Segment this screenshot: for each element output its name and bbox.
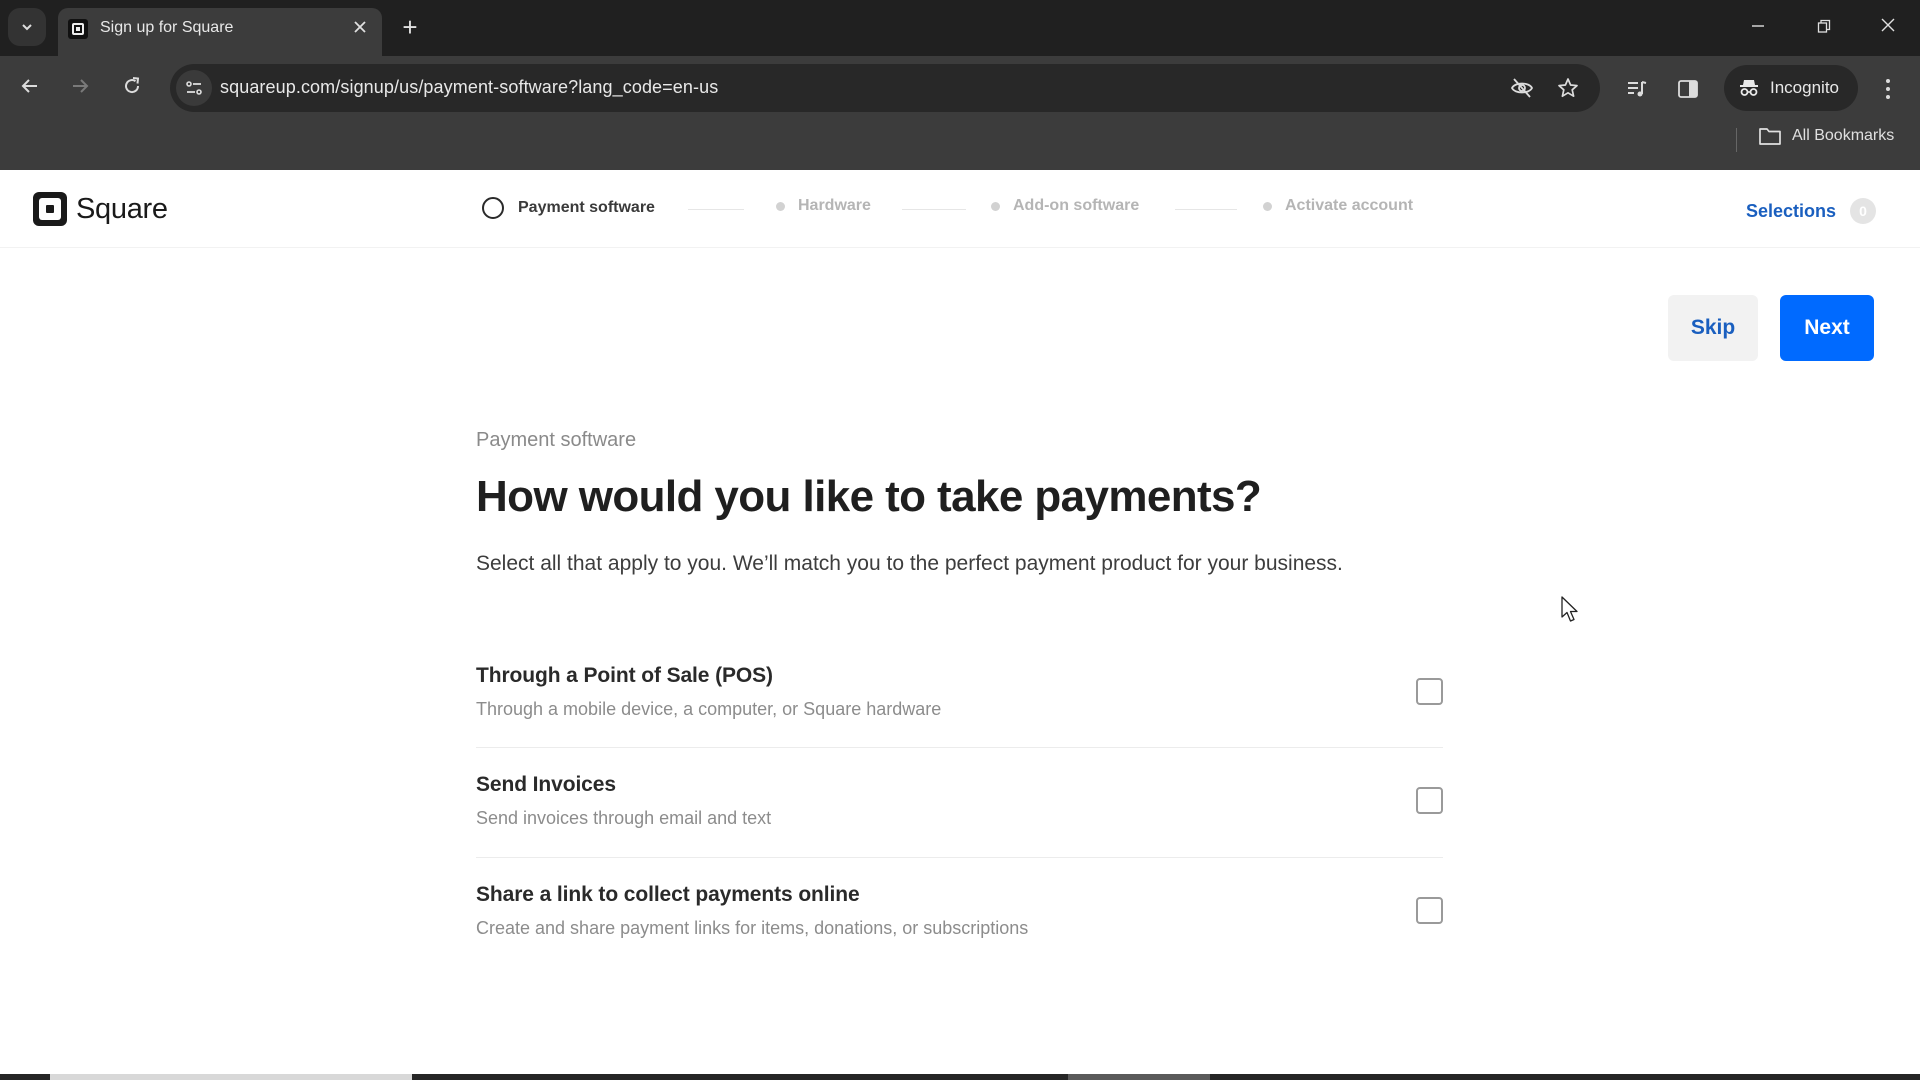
option-title: Through a Point of Sale (POS) <box>476 664 773 687</box>
kebab-dot <box>1886 95 1890 99</box>
browser-toolbar: squareup.com/signup/us/payment-software?… <box>0 56 1920 170</box>
eye-off-icon <box>1510 78 1534 98</box>
all-bookmarks-button[interactable]: All Bookmarks <box>1758 126 1894 146</box>
url-text[interactable]: squareup.com/signup/us/payment-software?… <box>220 77 718 98</box>
kebab-menu-icon <box>1886 79 1890 83</box>
reload-button[interactable] <box>117 74 147 104</box>
close-icon <box>354 21 366 33</box>
step-connector <box>688 209 744 210</box>
new-tab-button[interactable]: + <box>398 14 422 42</box>
step-label: Payment software <box>518 199 655 216</box>
option-invoices[interactable]: Send Invoices Send invoices through emai… <box>476 773 1443 883</box>
site-header: Square Payment software Hardware Add-on … <box>0 170 1920 248</box>
step-label: Hardware <box>798 197 871 214</box>
square-logo-icon <box>33 192 67 226</box>
tab-search-button[interactable] <box>8 8 46 46</box>
kebab-dot <box>1886 87 1890 91</box>
selections-label: Selections <box>1746 200 1837 221</box>
page-subtitle: Select all that apply to you. We’ll matc… <box>476 552 1343 575</box>
all-bookmarks-label: All Bookmarks <box>1792 127 1895 144</box>
option-description: Create and share payment links for items… <box>476 918 1029 938</box>
site-info-button[interactable] <box>176 70 212 106</box>
tune-icon <box>186 81 202 95</box>
option-checkbox[interactable] <box>1416 678 1443 705</box>
media-control-button[interactable] <box>1624 76 1650 102</box>
next-button[interactable]: Next <box>1780 295 1874 361</box>
tab-close-button[interactable] <box>348 16 372 40</box>
page-title: How would you like to take payments? <box>476 472 1262 521</box>
side-panel-icon <box>1678 80 1698 98</box>
selections-button[interactable]: Selections 0 <box>1746 198 1877 224</box>
reload-icon <box>125 77 140 94</box>
progress-segment <box>1068 1074 1210 1080</box>
star-icon <box>1558 78 1578 98</box>
progress-segment <box>50 1074 412 1080</box>
signup-page: Square Payment software Hardware Add-on … <box>0 170 1920 1074</box>
restore-button[interactable] <box>1804 12 1844 42</box>
mouse-cursor-icon <box>1561 596 1578 622</box>
arrow-right-icon <box>73 79 89 93</box>
pending-step-icon <box>1263 201 1272 211</box>
browser-tab-bar: Sign up for Square + <box>0 0 1920 56</box>
pending-step-icon <box>776 201 785 211</box>
option-payment-links[interactable]: Share a link to collect payments online … <box>476 883 1443 993</box>
forward-button[interactable] <box>65 74 95 104</box>
tracking-protection-button[interactable] <box>1510 76 1534 100</box>
section-eyebrow: Payment software <box>476 429 637 451</box>
video-progress-bar[interactable] <box>0 1074 1920 1080</box>
tab-title: Sign up for Square <box>100 19 234 36</box>
step-payment-software: Payment software <box>482 197 655 219</box>
bookmarks-separator <box>1736 128 1737 152</box>
step-hardware: Hardware <box>776 197 871 215</box>
logo-text: Square <box>76 192 168 225</box>
step-connector <box>902 209 966 210</box>
incognito-profile-button[interactable]: Incognito <box>1724 65 1858 111</box>
divider <box>476 747 1443 748</box>
step-connector <box>1175 209 1237 210</box>
step-label: Activate account <box>1285 197 1414 214</box>
side-panel-button[interactable] <box>1675 76 1701 102</box>
option-pos[interactable]: Through a Point of Sale (POS) Through a … <box>476 664 1443 774</box>
option-checkbox[interactable] <box>1416 787 1443 814</box>
option-checkbox[interactable] <box>1416 897 1443 924</box>
incognito-label: Incognito <box>1770 78 1839 97</box>
option-title: Send Invoices <box>476 773 616 796</box>
option-description: Through a mobile device, a computer, or … <box>476 699 942 719</box>
chevron-down-icon <box>22 24 32 31</box>
current-step-icon <box>482 197 504 219</box>
step-add-on-software: Add-on software <box>991 197 1139 215</box>
square-logo-icon <box>68 19 88 39</box>
option-title: Share a link to collect payments online <box>476 883 860 906</box>
step-label: Add-on software <box>1013 197 1140 214</box>
selections-count-badge: 0 <box>1850 198 1877 224</box>
browser-menu-button[interactable] <box>1878 74 1898 104</box>
bookmark-star-button[interactable] <box>1556 76 1580 100</box>
address-bar[interactable]: squareup.com/signup/us/payment-software?… <box>170 64 1600 112</box>
close-icon <box>1881 18 1895 32</box>
folder-icon <box>1759 128 1781 145</box>
arrow-left-icon <box>21 79 37 93</box>
step-activate-account: Activate account <box>1263 197 1413 215</box>
option-description: Send invoices through email and text <box>476 808 772 828</box>
restore-icon <box>1817 19 1831 33</box>
skip-button[interactable]: Skip <box>1668 295 1758 361</box>
incognito-icon <box>1740 80 1758 96</box>
back-button[interactable] <box>15 74 45 104</box>
media-control-icon <box>1628 81 1647 97</box>
minimize-icon <box>1752 25 1764 27</box>
divider <box>476 857 1443 858</box>
minimize-button[interactable] <box>1738 12 1778 42</box>
pending-step-icon <box>991 201 1000 211</box>
square-logo[interactable]: Square <box>33 192 168 226</box>
close-window-button[interactable] <box>1868 12 1908 42</box>
browser-tab[interactable]: Sign up for Square <box>58 8 382 56</box>
